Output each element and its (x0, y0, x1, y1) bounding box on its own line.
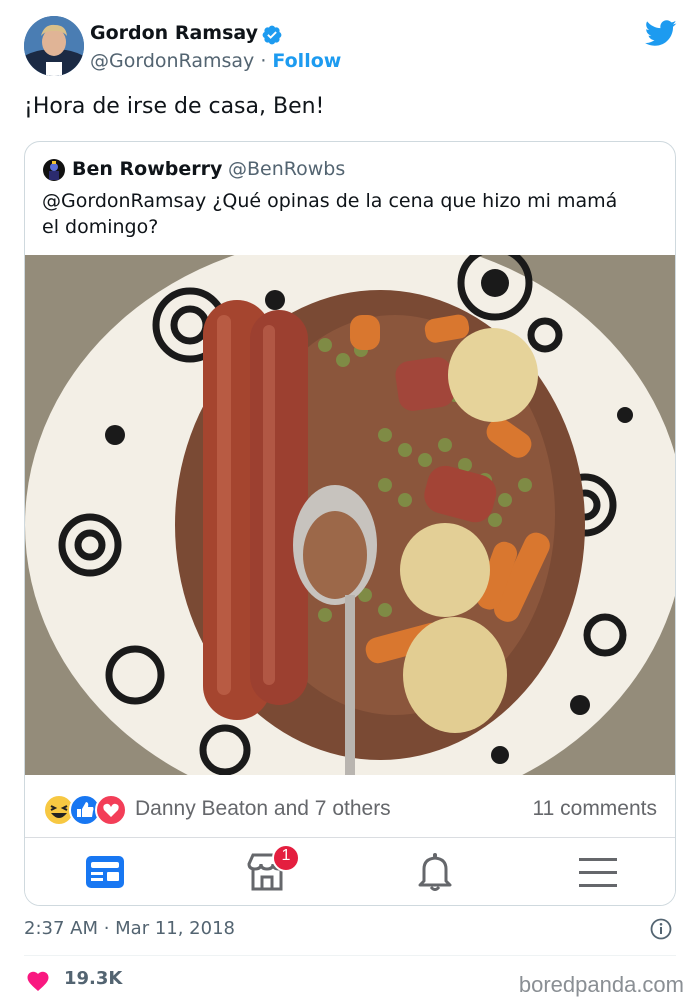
reaction-icons[interactable] (42, 793, 134, 827)
reaction-names[interactable]: Danny Beaton and 7 others (135, 797, 391, 821)
menu-icon[interactable] (575, 849, 621, 895)
tweet-timestamp[interactable]: 2:37 AM · Mar 11, 2018 (24, 918, 235, 939)
dinner-plate-photo (25, 255, 675, 775)
quoted-author-handle: @BenRowbs (228, 158, 346, 180)
comment-count[interactable]: 11 comments (533, 797, 658, 821)
quoted-tweet[interactable]: Ben Rowberry @BenRowbs @GordonRamsay ¿Qu… (24, 141, 676, 906)
notification-badge-count: 1 (281, 847, 291, 864)
handle-separator: · (260, 50, 267, 72)
facebook-bar: Danny Beaton and 7 others 11 comments 1 (25, 775, 675, 905)
quoted-author-name: Ben Rowberry (72, 158, 223, 180)
author-avatar[interactable] (24, 16, 84, 76)
author-name[interactable]: Gordon Ramsay (90, 22, 258, 44)
love-icon (95, 794, 127, 826)
author-handle[interactable]: @GordonRamsay (90, 50, 254, 72)
author-handle-row: @GordonRamsay · Follow (90, 50, 341, 72)
quoted-author-avatar (43, 159, 65, 181)
notifications-bell-icon[interactable] (412, 849, 458, 895)
follow-button[interactable]: Follow (272, 50, 341, 72)
twitter-logo-icon[interactable] (645, 20, 677, 47)
heart-icon[interactable] (26, 970, 50, 992)
like-count[interactable]: 19.3K (64, 968, 122, 989)
boredpanda-watermark: boredpanda.com (518, 972, 684, 997)
footer-divider (24, 955, 676, 956)
tweet-text: ¡Hora de irse de casa, Ben! (24, 94, 325, 119)
news-feed-icon[interactable] (82, 849, 128, 895)
quoted-tweet-text: @GordonRamsay ¿Qué opinas de la cena que… (42, 190, 618, 238)
fb-divider (25, 837, 675, 838)
info-icon[interactable] (650, 918, 672, 940)
verified-badge-icon (262, 25, 282, 45)
tweet-card: Gordon Ramsay @GordonRamsay · Follow ¡Ho… (0, 0, 700, 1008)
